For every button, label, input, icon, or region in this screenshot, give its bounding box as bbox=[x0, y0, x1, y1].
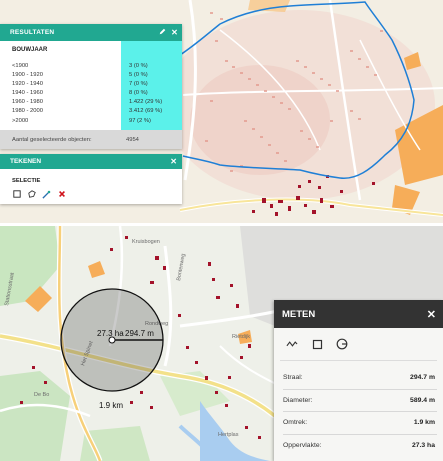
bouwjaar-label: >2000 bbox=[12, 117, 29, 124]
meten-row-oppervlakte: Oppervlakte: 27.3 ha bbox=[283, 435, 437, 458]
circle-circumference-label: 1.9 km bbox=[99, 401, 123, 410]
circle-radius-label: 294.7 m bbox=[125, 329, 154, 338]
meten-value: 27.3 ha bbox=[411, 442, 435, 450]
street-label: Hertplas bbox=[218, 432, 239, 438]
selectie-tools bbox=[12, 189, 182, 199]
polygon-select-icon[interactable] bbox=[27, 190, 36, 199]
street-label: De Bo bbox=[34, 392, 49, 398]
bouwjaar-label: <1900 bbox=[12, 63, 29, 69]
close-icon[interactable]: ✕ bbox=[171, 28, 178, 37]
meten-value: 294.7 m bbox=[410, 374, 435, 382]
edit-icon[interactable] bbox=[159, 28, 166, 37]
magic-wand-icon[interactable] bbox=[42, 190, 51, 199]
bouwjaar-heading: BOUWJAAR bbox=[12, 47, 48, 53]
selectie-label: SELECTIE bbox=[12, 178, 41, 184]
resultaten-values: 3 (0 %) 5 (0 %) 7 (0 %) 8 (0 %) 1.422 (2… bbox=[121, 41, 182, 130]
bouwjaar-value: 3 (0 %) bbox=[129, 63, 148, 69]
tekenen-header: TEKENEN ✕ bbox=[0, 154, 182, 169]
meten-label: Straal: bbox=[283, 374, 303, 382]
bouwjaar-label: 1960 - 1980 bbox=[12, 99, 43, 106]
resultaten-header: RESULTATEN ✕ bbox=[0, 24, 182, 41]
bouwjaar-label: 1920 - 1940 bbox=[12, 81, 43, 88]
meten-title: METEN bbox=[282, 308, 316, 320]
meten-tools bbox=[274, 328, 443, 360]
meten-panel: METEN ✕ Straal: 294.7 m Diameter: 589.4 … bbox=[274, 300, 443, 461]
meten-row-straal: Straal: 294.7 m bbox=[283, 367, 437, 390]
map-top[interactable]: RESULTATEN ✕ BOUWJAAR <1900 1900 - 1920 … bbox=[0, 0, 443, 223]
tekenen-title: TEKENEN bbox=[10, 158, 42, 165]
meten-row-omtrek: Omtrek: 1.9 km bbox=[283, 412, 437, 435]
rectangle-select-icon[interactable] bbox=[12, 190, 21, 199]
bouwjaar-value: 8 (0 %) bbox=[129, 90, 148, 97]
bouwjaar-value: 7 (0 %) bbox=[129, 81, 148, 88]
meten-header: METEN ✕ bbox=[274, 300, 443, 328]
meten-label: Omtrek: bbox=[283, 419, 308, 427]
measure-line-icon[interactable] bbox=[286, 338, 298, 350]
resultaten-panel: RESULTATEN ✕ BOUWJAAR <1900 1900 - 1920 … bbox=[0, 24, 182, 149]
bouwjaar-label: 1980 - 2000 bbox=[12, 108, 43, 115]
close-icon[interactable]: ✕ bbox=[427, 300, 436, 328]
resultaten-title: RESULTATEN bbox=[10, 29, 55, 36]
selected-objects-label: Aantal geselecteerde objecten: bbox=[12, 136, 92, 143]
meten-results: Straal: 294.7 m Diameter: 589.4 m Omtrek… bbox=[274, 361, 443, 457]
delete-icon[interactable] bbox=[57, 190, 66, 199]
bouwjaar-value: 3.412 (69 %) bbox=[129, 108, 163, 115]
bouwjaar-value: 97 (2 %) bbox=[129, 117, 151, 124]
meten-label: Diameter: bbox=[283, 396, 313, 404]
street-label: Rietdijk bbox=[232, 334, 250, 340]
meten-value: 1.9 km bbox=[413, 419, 435, 427]
close-icon[interactable]: ✕ bbox=[170, 154, 177, 169]
resultaten-labels: BOUWJAAR <1900 1900 - 1920 1920 - 1940 1… bbox=[0, 41, 121, 130]
meten-label: Oppervlakte: bbox=[283, 442, 322, 450]
resultaten-footer: Aantal geselecteerde objecten: 4954 bbox=[0, 130, 182, 149]
bouwjaar-value: 1.422 (29 %) bbox=[129, 99, 163, 106]
meten-row-diameter: Diameter: 589.4 m bbox=[283, 390, 437, 412]
meten-value: 589.4 m bbox=[410, 396, 435, 404]
measure-circle-icon[interactable] bbox=[336, 338, 348, 350]
measure-area-icon[interactable] bbox=[311, 338, 323, 350]
circle-area-label: 27.3 ha bbox=[97, 329, 124, 338]
street-label: Kruisbogen bbox=[132, 239, 160, 245]
tekenen-panel: TEKENEN ✕ SELECTIE bbox=[0, 154, 182, 204]
bouwjaar-value: 5 (0 %) bbox=[129, 72, 148, 79]
selected-objects-count: 4954 bbox=[126, 136, 139, 143]
bouwjaar-label: 1940 - 1960 bbox=[12, 90, 43, 97]
bouwjaar-label: 1900 - 1920 bbox=[12, 72, 43, 79]
